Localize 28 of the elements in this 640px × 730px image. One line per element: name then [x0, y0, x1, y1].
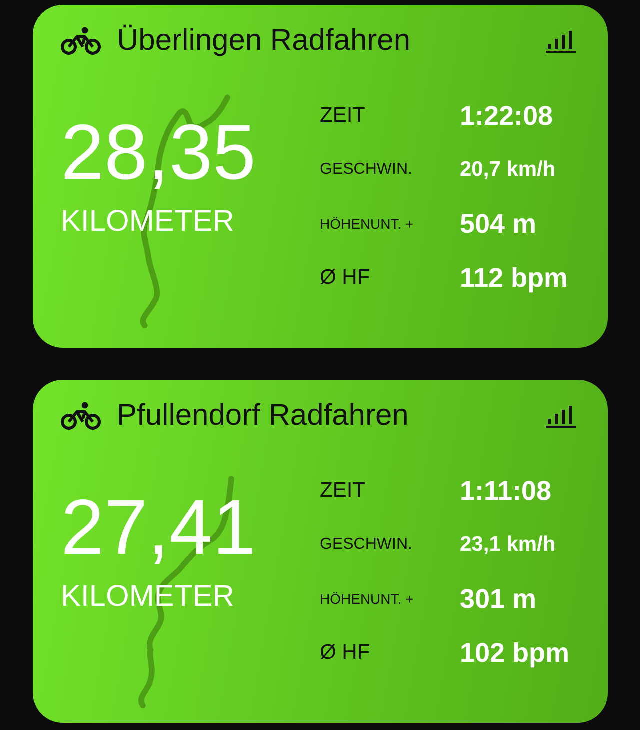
stat-value: 1:22:08 [460, 100, 554, 132]
stat-value: 301 m [460, 584, 538, 614]
cyclist-icon [61, 27, 101, 55]
stat-value: 23,1 km/h [460, 533, 557, 557]
stat-label: GESCHWIN. [320, 161, 414, 179]
distance-value: 27,41 [61, 488, 258, 566]
stat-value: 20,7 km/h [460, 158, 557, 182]
stat-value: 1:11:08 [460, 476, 553, 506]
distance-unit: KILOMETER [61, 580, 236, 614]
stat-value: 504 m [460, 208, 538, 240]
workout-card[interactable]: Überlingen Radfahren 28,35 KILOMETER ZEIT 1:22:08 GESCHWIN. 20,7 km/h HÖHENUNT. + 504 m Ø HF 112 bpm [33, 5, 608, 348]
stat-value: 102 bpm [460, 638, 570, 668]
cyclist-icon [61, 402, 101, 430]
stat-value: 112 bpm [460, 262, 568, 294]
stat-label: Ø HF [320, 266, 372, 290]
workout-card[interactable]: Pfullendorf Radfahren 27,41 KILOMETER ZEIT 1:11:08 GESCHWIN. 23,1 km/h HÖHENUNT. + 301 m Ø HF 102 bpm [33, 380, 608, 723]
stat-label: HÖHENUNT. + [320, 591, 415, 607]
stat-label: HÖHENUNT. + [320, 216, 415, 232]
stat-label: Ø HF [320, 641, 372, 665]
stat-label: ZEIT [320, 479, 366, 503]
bar-chart-icon[interactable] [546, 404, 578, 428]
workout-title: Pfullendorf Radfahren [117, 399, 410, 433]
stat-label: GESCHWIN. [320, 536, 414, 554]
bar-chart-icon[interactable] [546, 29, 578, 53]
distance-unit: KILOMETER [61, 205, 236, 239]
stat-label: ZEIT [320, 104, 366, 128]
workout-title: Überlingen Radfahren [117, 24, 412, 58]
distance-value: 28,35 [61, 113, 258, 191]
